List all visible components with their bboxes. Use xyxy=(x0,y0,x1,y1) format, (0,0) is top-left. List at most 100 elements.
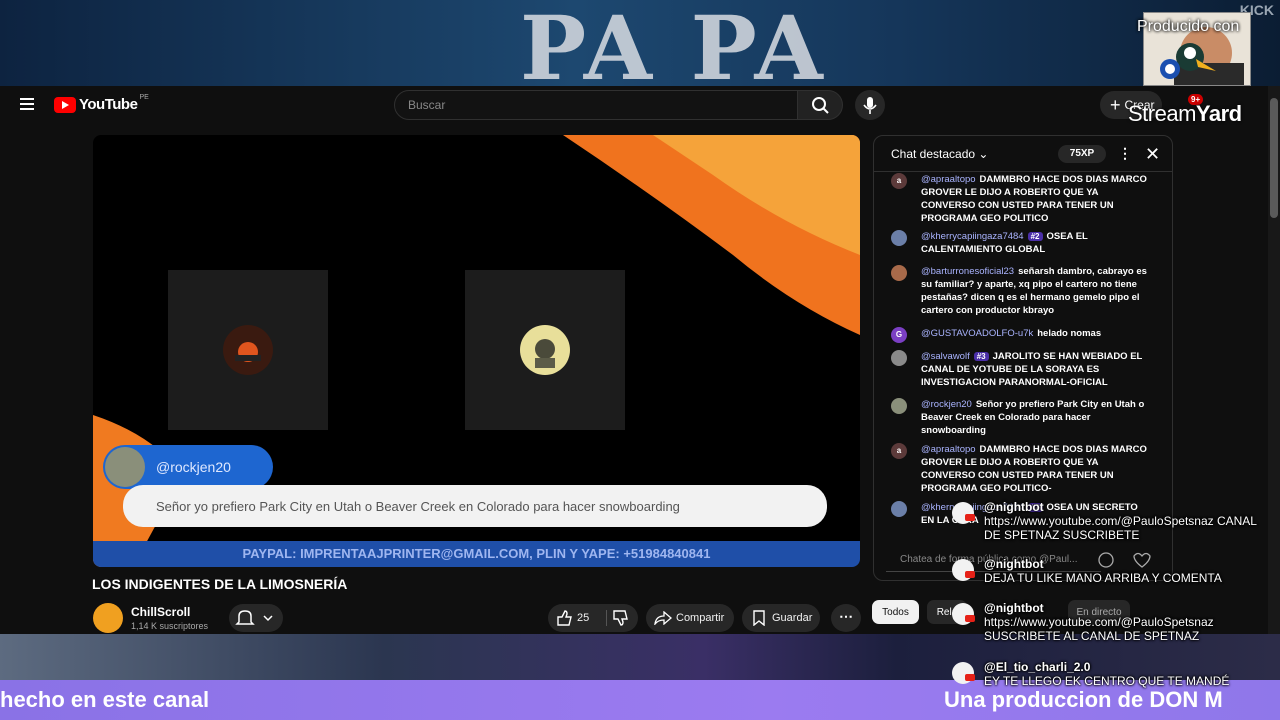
overlay-chat-text: EY TE LLEGO EK CENTRO QUE TE MANDÉ xyxy=(984,674,1230,688)
overlay-chat-message: @nightbot https://www.youtube.com/@PauloS… xyxy=(950,601,1270,643)
chat-author-avatar[interactable]: G xyxy=(891,327,907,343)
chat-mode-label: Chat destacado xyxy=(891,147,976,161)
streamyard-word-a: Stream xyxy=(1128,101,1196,126)
rank-badge: #2 xyxy=(1027,232,1043,241)
video-player[interactable]: @rockjen20 Señor yo prefiero Park City e… xyxy=(93,135,860,567)
overlay-chat-message: @nightbot DEJA TU LIKE MANO ARRIBA Y COME… xyxy=(950,557,1270,585)
channel-avatar[interactable] xyxy=(93,603,123,633)
youtube-play-icon xyxy=(54,96,76,113)
chat-message[interactable]: a @apraaltopo DAMMBRO HACE DOS DIAS MARCO … xyxy=(891,173,1149,225)
chat-author-name[interactable]: @barturronesoficial23 xyxy=(921,266,1014,277)
chat-author-avatar[interactable] xyxy=(891,230,907,246)
overlay-chat-avatar xyxy=(952,603,975,625)
chat-message[interactable]: a @apraaltopo DAMMBRO HACE DOS DIAS MARCO … xyxy=(891,443,1149,495)
chat-message[interactable]: @rockjen20 Señor yo prefiero Park City en… xyxy=(891,398,1149,437)
chat-author-avatar[interactable] xyxy=(891,398,907,414)
plus-icon: + xyxy=(1110,95,1121,115)
chat-message-text: helado nomas xyxy=(1037,328,1102,339)
screen: PA PA KICK Producido con YouTube PE Busc… xyxy=(0,0,1280,720)
save-button[interactable]: Guardar xyxy=(742,604,820,632)
search-button[interactable] xyxy=(797,90,843,120)
chat-message-list[interactable]: a @apraaltopo DAMMBRO HACE DOS DIAS MARCO … xyxy=(874,173,1164,539)
youtube-header: YouTube PE + Crear 9+ xyxy=(0,86,1268,126)
share-icon xyxy=(654,611,672,625)
bookmark-icon xyxy=(753,610,765,626)
overlay-chat-message: @nightbot https://www.youtube.com/@PauloS… xyxy=(950,500,1270,542)
overlay-chat-author: @nightbot xyxy=(984,601,1044,615)
more-actions-button[interactable]: ⋯ xyxy=(831,604,861,632)
chat-author-avatar[interactable] xyxy=(891,350,907,366)
menu-icon[interactable] xyxy=(20,98,34,110)
chat-author-name[interactable]: @apraaltopo xyxy=(921,444,976,455)
share-label: Compartir xyxy=(676,612,725,624)
search-input[interactable] xyxy=(395,91,797,119)
participant-avatar-1 xyxy=(223,325,273,375)
chat-author-name[interactable]: @salvawolf xyxy=(921,351,970,362)
voice-search-button[interactable] xyxy=(855,90,885,120)
chat-author-avatar[interactable] xyxy=(891,265,907,281)
streamyard-logo: StreamYard xyxy=(1128,101,1242,127)
video-title: LOS INDIGENTES DE LA LIMOSNERÍA xyxy=(92,576,348,592)
participant-tile-2 xyxy=(465,270,625,430)
like-count: 25 xyxy=(577,612,590,624)
country-code: PE xyxy=(139,94,149,101)
overlay-chat-author: @nightbot xyxy=(984,500,1044,514)
chat-message[interactable]: @salvawolf #3 JAROLITO SE HAN WEBIADO EL C… xyxy=(891,350,1149,389)
featured-comment-bar: Señor yo prefiero Park City en Utah o Be… xyxy=(123,485,827,527)
chat-message[interactable]: G @GUSTAVOADOLFO-u7k helado nomas xyxy=(891,327,1149,343)
like-dislike-group: 25 xyxy=(548,604,638,632)
broadcast-top-banner: PA PA KICK xyxy=(0,0,1280,86)
chat-author-avatar[interactable] xyxy=(891,501,907,517)
chat-message[interactable]: @kherrycapiingaza7484 #2 OSEA EL CALENTAMI… xyxy=(891,230,1149,256)
payment-info-bar: PAYPAL: IMPRENTAAJPRINTER@GMAIL.COM, PLI… xyxy=(93,541,860,567)
chat-author-name[interactable]: @apraaltopo xyxy=(921,174,976,185)
chat-message[interactable]: @barturronesoficial23 señarsh dambro, cab… xyxy=(891,265,1149,317)
chat-header: Chat destacado ⌄ 75XP ⋮ ✕ xyxy=(874,136,1172,172)
notification-bell-button[interactable] xyxy=(229,604,283,632)
chat-author-name[interactable]: @kherrycapiingaza7484 xyxy=(921,231,1024,242)
lower-third-text-right: Una produccion de DON M xyxy=(944,687,1223,712)
producido-label: Producido con xyxy=(1137,18,1240,35)
overlay-chat-text: https://www.youtube.com/@PauloSpetsnaz S… xyxy=(984,615,1214,643)
chat-mode-dropdown[interactable]: Chat destacado ⌄ xyxy=(891,147,988,161)
save-label: Guardar xyxy=(772,612,813,624)
overlay-chat-avatar xyxy=(952,662,975,684)
subscriber-count: 1,14 K suscriptores xyxy=(131,621,209,631)
chat-author-avatar[interactable]: a xyxy=(891,173,907,189)
overlay-chat-author: @nightbot xyxy=(984,557,1044,571)
chat-author-avatar[interactable]: a xyxy=(891,443,907,459)
overlay-chat-text: https://www.youtube.com/@PauloSpetsnaz C… xyxy=(984,514,1257,542)
scrollbar-thumb[interactable] xyxy=(1270,98,1278,218)
youtube-logo[interactable]: YouTube PE xyxy=(54,94,149,113)
chip-all[interactable]: Todos xyxy=(872,600,919,624)
overlay-chat-message: @El_tio_charli_2.0 EY TE LLEGO EK CENTRO … xyxy=(950,660,1270,688)
overlay-chat-avatar xyxy=(952,502,975,524)
rank-badge: #3 xyxy=(973,352,989,361)
banner-word: PA PA xyxy=(520,0,827,86)
commenter-name: @rockjen20 xyxy=(156,459,231,475)
overlay-chat-text: DEJA TU LIKE MANO ARRIBA Y COMENTA xyxy=(984,571,1222,585)
youtube-wordmark: YouTube xyxy=(79,96,138,113)
thumbs-icons[interactable] xyxy=(548,604,638,632)
overlay-chat-author: @El_tio_charli_2.0 xyxy=(984,660,1091,674)
like-divider xyxy=(606,610,607,626)
chat-options-icon[interactable]: ⋮ xyxy=(1118,145,1132,162)
search-box xyxy=(394,90,798,120)
chat-author-name[interactable]: @rockjen20 xyxy=(921,399,972,410)
participant-tile-1 xyxy=(168,270,328,430)
participant-avatar-2 xyxy=(520,325,570,375)
streamyard-word-b: Yard xyxy=(1195,101,1242,126)
chevron-down-icon: ⌄ xyxy=(978,147,989,161)
lower-third-text-left: hecho en este canal xyxy=(0,687,210,712)
share-button[interactable]: Compartir xyxy=(646,604,734,632)
overlay-chat-avatar xyxy=(952,559,975,581)
page-scrollbar[interactable] xyxy=(1268,86,1280,634)
commenter-name-tag: @rockjen20 xyxy=(103,445,273,489)
channel-name[interactable]: ChillScroll xyxy=(131,605,190,619)
bell-icon xyxy=(235,610,273,625)
commenter-avatar xyxy=(105,447,145,487)
search-icon xyxy=(812,97,829,114)
close-icon[interactable]: ✕ xyxy=(1145,144,1160,165)
chat-author-name[interactable]: @GUSTAVOADOLFO-u7k xyxy=(921,328,1033,339)
xp-badge[interactable]: 75XP xyxy=(1058,145,1106,163)
